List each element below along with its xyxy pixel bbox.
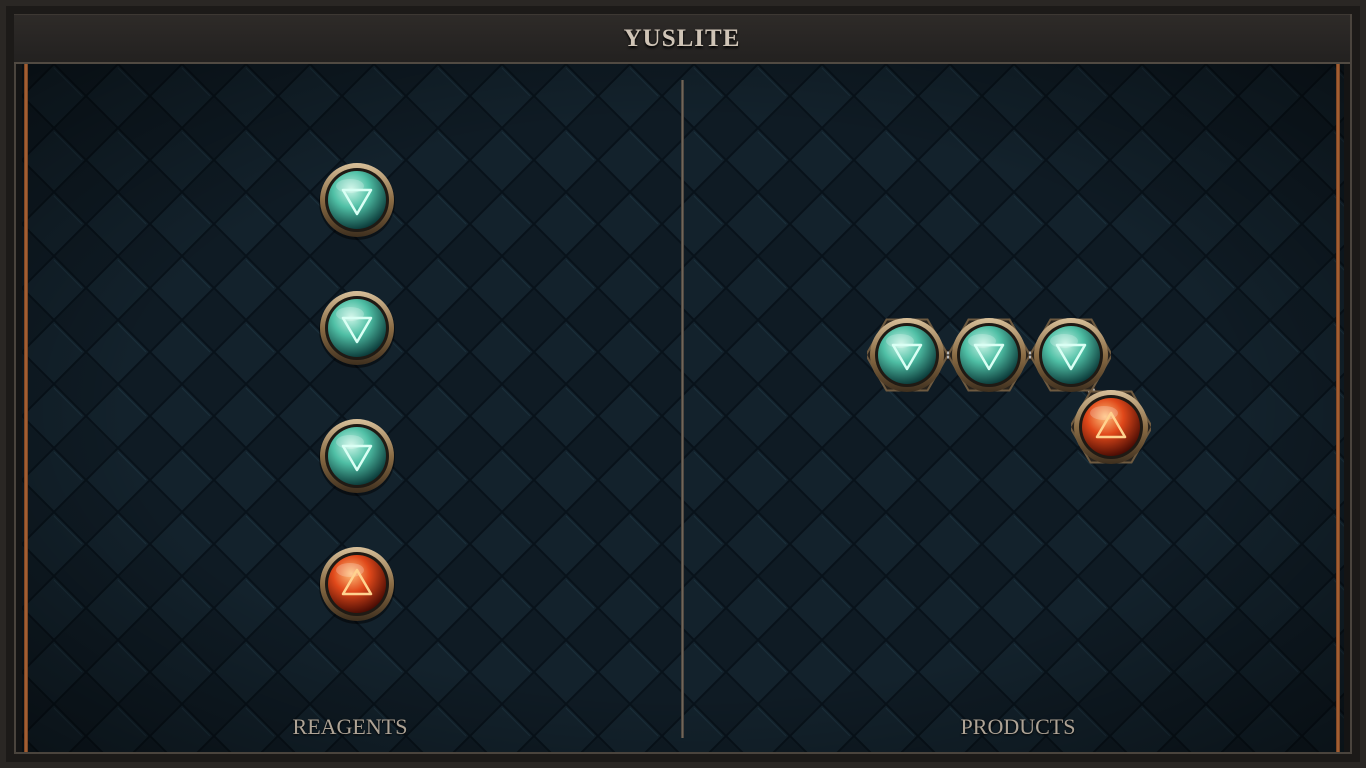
title-bar: YUSLITE: [14, 14, 1350, 64]
product-atom: [949, 315, 1029, 395]
water-triangle-icon: [319, 163, 395, 240]
products-label: PRODUCTS: [960, 714, 1076, 739]
water-triangle-icon: [867, 318, 947, 392]
water-triangle-icon: [1031, 318, 1111, 392]
product-atom: [867, 315, 947, 395]
product-atom: [1071, 387, 1151, 467]
reagent-atom: [317, 160, 397, 240]
water-triangle-icon: [949, 318, 1029, 392]
molecule-title: YUSLITE: [623, 25, 741, 52]
reagent-atom: [317, 544, 397, 624]
reagent-atom: [317, 288, 397, 368]
reagent-atom: [317, 416, 397, 496]
right-copper-trim: [1336, 64, 1340, 752]
product-atom: [1031, 315, 1111, 395]
water-triangle-icon: [319, 291, 395, 368]
water-triangle-icon: [319, 419, 395, 496]
fire-triangle-icon: [1071, 390, 1151, 464]
section-divider: [681, 80, 684, 738]
left-copper-trim: [24, 64, 28, 752]
reagents-label: REAGENTS: [292, 714, 408, 739]
fire-triangle-icon: [319, 547, 395, 624]
